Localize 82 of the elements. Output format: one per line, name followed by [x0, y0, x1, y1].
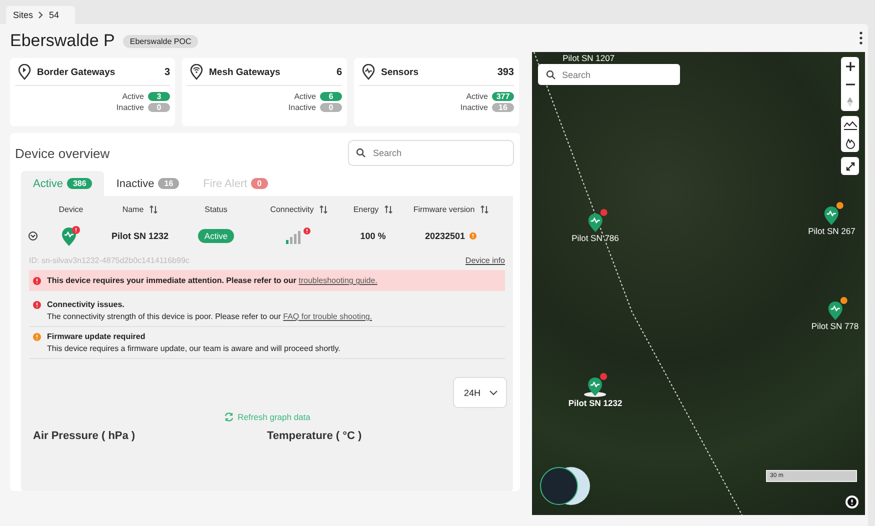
- sensor-pin-icon[interactable]: [587, 210, 604, 232]
- search-icon: [356, 148, 366, 158]
- inactive-label: Inactive: [116, 103, 144, 112]
- inactive-count: 16: [492, 103, 514, 112]
- column-header: Device: [58, 204, 84, 214]
- expand-icon: [846, 162, 854, 170]
- breadcrumb-link[interactable]: Sites: [13, 10, 34, 20]
- card-title: Border Gateways: [37, 66, 116, 78]
- site-tag: Eberswalde POC: [122, 34, 198, 48]
- card-total: 393: [497, 66, 514, 78]
- search-icon: [546, 70, 556, 80]
- info-icon[interactable]: [845, 495, 859, 509]
- inactive-label: Inactive: [288, 103, 316, 112]
- alert-title: Connectivity issues.: [47, 300, 126, 309]
- column-header: Status: [204, 204, 228, 214]
- inactive-count: 0: [148, 103, 170, 112]
- marker-label[interactable]: Pilot SN 778: [811, 320, 859, 331]
- tab-count: 0: [251, 178, 268, 189]
- column-header[interactable]: Firmware version: [397, 204, 505, 214]
- column-header[interactable]: Name: [97, 204, 183, 214]
- refresh-icon: [224, 412, 234, 422]
- status-badge: Active: [198, 229, 234, 243]
- active-count: 3: [148, 92, 170, 101]
- energy-value: 100 %: [359, 231, 387, 241]
- card-total: 3: [164, 66, 170, 78]
- filter-tab[interactable]: Inactive 16: [104, 171, 192, 196]
- marker-label[interactable]: Pilot SN 786: [572, 232, 619, 243]
- flame-icon: [846, 138, 854, 148]
- collapse-icon[interactable]: [28, 231, 38, 241]
- alert-message: The connectivity strength of this device is poor. Please refer to our FAQ for trouble shooting.: [47, 312, 372, 321]
- map-search-field[interactable]: Search: [538, 64, 680, 85]
- plus-icon: [846, 62, 854, 70]
- alert-title: Firmware update required: [47, 332, 146, 341]
- search-field[interactable]: Search: [348, 140, 514, 166]
- breadcrumb-current: 54: [49, 10, 60, 20]
- tab-count: 16: [158, 178, 180, 189]
- sort-icon: [148, 204, 158, 214]
- more-icon[interactable]: [859, 31, 863, 45]
- help-link[interactable]: troubleshooting guide.: [298, 276, 378, 285]
- marker-label[interactable]: Pilot SN 1207: [562, 53, 615, 63]
- help-link[interactable]: FAQ for trouble shooting.: [283, 312, 372, 321]
- sensor-pin-icon[interactable]: [824, 204, 840, 226]
- mountain-icon: [844, 120, 856, 130]
- globe-thumbnail-drawing[interactable]: [540, 467, 592, 505]
- column-header[interactable]: Energy: [349, 204, 397, 214]
- selected-marker-base: [584, 392, 606, 398]
- device-name: Pilot SN 1232: [110, 231, 170, 241]
- chart-title: Temperature ( °C ): [267, 430, 363, 442]
- sort-icon: [384, 204, 393, 214]
- chart-title: Air Pressure ( hPa ): [33, 430, 136, 442]
- active-count: 6: [320, 92, 342, 101]
- wifi-pin-icon: [190, 64, 203, 80]
- sort-icon: [318, 204, 328, 214]
- card-title: Mesh Gateways: [209, 66, 282, 78]
- active-count: 377: [492, 92, 514, 101]
- gateway-pin-icon: [18, 64, 31, 80]
- tab-count: 386: [66, 178, 92, 189]
- alert-message: This device requires a firmware update, our team is aware and will proceed shortly.: [47, 344, 340, 353]
- card-title: Sensors: [381, 66, 420, 78]
- inactive-count: 0: [320, 103, 342, 112]
- caret-icon: [489, 390, 498, 396]
- active-label: Active: [122, 92, 144, 101]
- satellite-map[interactable]: [532, 52, 865, 515]
- marker-label[interactable]: Pilot SN 267: [808, 226, 856, 236]
- range-select[interactable]: 24H: [453, 377, 507, 408]
- sort-icon: [480, 204, 489, 214]
- card-total: 6: [336, 66, 342, 78]
- chevron-icon: [38, 11, 44, 19]
- panel-title: Device overview: [15, 146, 110, 160]
- active-label: Active: [466, 92, 488, 101]
- compass-icon: [847, 97, 853, 107]
- active-label: Active: [294, 92, 316, 101]
- marker-label[interactable]: Pilot SN 1232: [568, 398, 622, 408]
- alert-message: This device requires your immediate attention. Please refer to our troubleshooting guide.: [47, 276, 378, 285]
- inactive-label: Inactive: [460, 103, 488, 112]
- column-header[interactable]: Connectivity: [249, 204, 349, 214]
- device-info-link[interactable]: Device info: [465, 256, 505, 265]
- sensor-pin-icon[interactable]: [587, 375, 604, 396]
- sensor-pin-icon[interactable]: [827, 298, 844, 320]
- pulse-pin-icon: [362, 64, 375, 80]
- firmware-value: 20232501: [424, 231, 466, 241]
- site-title: Eberswalde P: [10, 31, 115, 51]
